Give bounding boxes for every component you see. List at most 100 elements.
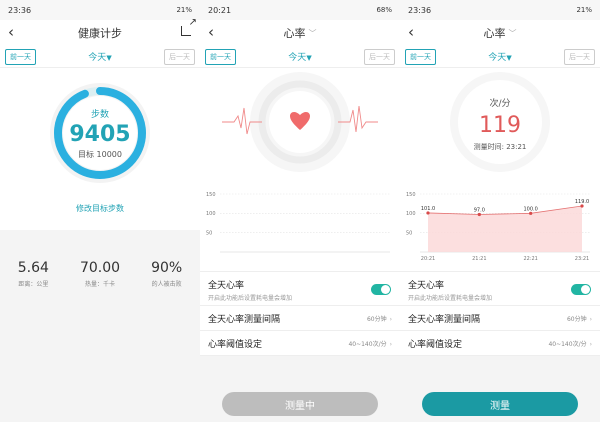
- stat-value: 5.64: [17, 260, 49, 276]
- x-tick-label: 21:21: [472, 256, 486, 262]
- stat-value: 90%: [151, 260, 183, 276]
- heart-rate-result-screen: 23:36 21% ‹ 心率 ﹀ 前一天 今天▼ 后一天 次/分 119 测量时间…: [400, 0, 600, 422]
- heart-rate-measuring-screen: 20:21 68% ‹ 心率﹀ 前一天 今天▼ 后一天 150 100 50: [200, 0, 400, 422]
- y-tick-label: 100: [206, 211, 216, 217]
- status-time: 23:36: [8, 5, 32, 15]
- all-day-sub: 开启此功能后设置耗电量会增加: [408, 295, 493, 302]
- divider: [0, 230, 200, 246]
- threshold-value: 40~140次/分: [348, 340, 387, 348]
- steps-readout: 步数 9405 目标 10000: [47, 80, 153, 186]
- back-icon[interactable]: ‹: [208, 23, 214, 41]
- all-day-toggle[interactable]: [371, 284, 391, 295]
- x-tick-label: 20:21: [421, 256, 435, 262]
- stat-label: 距离：公里: [18, 281, 49, 288]
- all-day-heart-rate-row: 全天心率 开启此功能后设置耗电量会增加: [200, 272, 400, 306]
- caret-down-icon: ▼: [506, 54, 512, 62]
- steps-goal: 目标 10000: [78, 149, 122, 159]
- y-tick-label: 50: [406, 230, 412, 236]
- stat-distance: 5.64 距离：公里: [0, 246, 67, 306]
- interval-value: 60分钟: [566, 315, 587, 323]
- prev-day-button[interactable]: 前一天: [405, 48, 436, 65]
- battery-level: 68%: [376, 6, 392, 14]
- interval-label: 全天心率测量间隔: [408, 314, 481, 325]
- stat-value: 70.00: [79, 260, 121, 276]
- data-label: 97.0: [474, 207, 485, 213]
- chevron-right-icon: ›: [389, 340, 392, 348]
- status-time: 23:36: [408, 5, 432, 15]
- day-selector[interactable]: 今天▼: [288, 50, 311, 63]
- heart-panel: [200, 68, 400, 180]
- chart-svg: 150 100 50 101.0 20:21 97.0 21:21 100.0 22:21 119…: [406, 192, 590, 262]
- battery-level: 21%: [576, 6, 592, 14]
- interval-value: 60分钟: [366, 315, 387, 323]
- threshold-row[interactable]: 心率阈值设定 40~140次/分 ›: [200, 331, 400, 356]
- chevron-right-icon: ›: [589, 340, 592, 348]
- title-bar: ‹ 心率 ﹀: [400, 20, 600, 46]
- status-bar: 23:36 21%: [400, 0, 600, 20]
- battery-level: 21%: [176, 6, 192, 14]
- stat-calories: 70.00 热量：千卡: [67, 246, 134, 306]
- stats-row: 5.64 距离：公里 70.00 热量：千卡 90% 的人被击败: [0, 246, 200, 306]
- stat-rank: 90% 的人被击败: [133, 246, 200, 306]
- status-time: 20:21: [208, 5, 232, 15]
- modify-goal-link[interactable]: 修改目标步数: [0, 203, 200, 214]
- day-bar: 前一天 今天▼ 后一天: [400, 46, 600, 68]
- steps-value: 9405: [69, 121, 131, 147]
- all-day-label: 全天心率: [408, 281, 445, 291]
- page-title[interactable]: 心率: [484, 25, 506, 41]
- interval-row[interactable]: 全天心率测量间隔 60分钟 ›: [400, 306, 600, 331]
- step-screen: 23:36 21% ‹ 健康计步 前一天 今天▼ 后一天 步数 9405 目标 …: [0, 0, 200, 422]
- chevron-down-icon[interactable]: ﹀: [309, 28, 317, 39]
- interval-label: 全天心率测量间隔: [208, 314, 281, 325]
- caret-down-icon: ▼: [306, 54, 312, 62]
- threshold-label: 心率阈值设定: [408, 339, 463, 350]
- next-day-button[interactable]: 后一天: [564, 48, 595, 65]
- back-icon[interactable]: ‹: [8, 23, 14, 41]
- interval-row[interactable]: 全天心率测量间隔 60分钟 ›: [200, 306, 400, 331]
- prev-day-button[interactable]: 前一天: [205, 48, 236, 65]
- threshold-value: 40~140次/分: [548, 340, 587, 348]
- threshold-label: 心率阈值设定: [208, 339, 263, 350]
- all-day-toggle[interactable]: [571, 284, 591, 295]
- day-selector[interactable]: 今天▼: [88, 50, 111, 63]
- chart-svg: 150 100 50: [206, 192, 390, 253]
- hr-unit: 次/分: [489, 99, 511, 109]
- prev-day-button[interactable]: 前一天: [5, 48, 36, 65]
- chevron-down-icon[interactable]: ﹀: [509, 28, 517, 39]
- heart-rate-panel: 次/分 119 测量时间: 23:21: [400, 68, 600, 180]
- data-label: 101.0: [421, 206, 435, 212]
- heart-rate-chart: 150 100 50 101.0 20:21 97.0 21:21 100.0 22:21 119…: [400, 180, 600, 272]
- threshold-row[interactable]: 心率阈值设定 40~140次/分 ›: [400, 331, 600, 356]
- data-label: 100.0: [524, 206, 538, 212]
- x-tick-label: 22:21: [523, 256, 537, 262]
- heart-rate-chart: 150 100 50: [200, 180, 400, 272]
- stat-label: 的人被击败: [151, 281, 182, 288]
- steps-label: 步数: [90, 109, 109, 120]
- measure-button[interactable]: 测量: [422, 392, 578, 416]
- status-bar: 23:36 21%: [0, 0, 200, 20]
- next-day-button[interactable]: 后一天: [164, 48, 195, 65]
- day-bar: 前一天 今天▼ 后一天: [200, 46, 400, 68]
- x-tick-label: 23:21: [575, 256, 589, 262]
- page-title[interactable]: 心率: [284, 25, 306, 41]
- status-bar: 20:21 68%: [200, 0, 400, 20]
- measure-time: 测量时间: 23:21: [473, 143, 527, 151]
- y-tick-label: 150: [206, 192, 216, 198]
- bottom-bar: 测量中: [200, 388, 400, 422]
- next-day-button[interactable]: 后一天: [364, 48, 395, 65]
- hr-value: 119: [479, 113, 521, 138]
- back-icon[interactable]: ‹: [408, 23, 414, 41]
- all-day-sub: 开启此功能后设置耗电量会增加: [208, 295, 293, 302]
- day-selector[interactable]: 今天▼: [488, 50, 511, 63]
- share-icon[interactable]: [181, 17, 197, 36]
- measuring-button[interactable]: 测量中: [222, 392, 378, 416]
- day-label: 今天: [288, 53, 307, 63]
- chevron-right-icon: ›: [389, 315, 392, 323]
- day-bar: 前一天 今天▼ 后一天: [0, 46, 200, 68]
- caret-down-icon: ▼: [106, 54, 112, 62]
- series-area: [428, 205, 582, 252]
- steps-panel: 步数 9405 目标 10000 修改目标步数: [0, 68, 200, 238]
- y-tick-label: 50: [206, 230, 212, 236]
- y-tick-label: 100: [406, 211, 416, 217]
- all-day-label: 全天心率: [208, 281, 245, 291]
